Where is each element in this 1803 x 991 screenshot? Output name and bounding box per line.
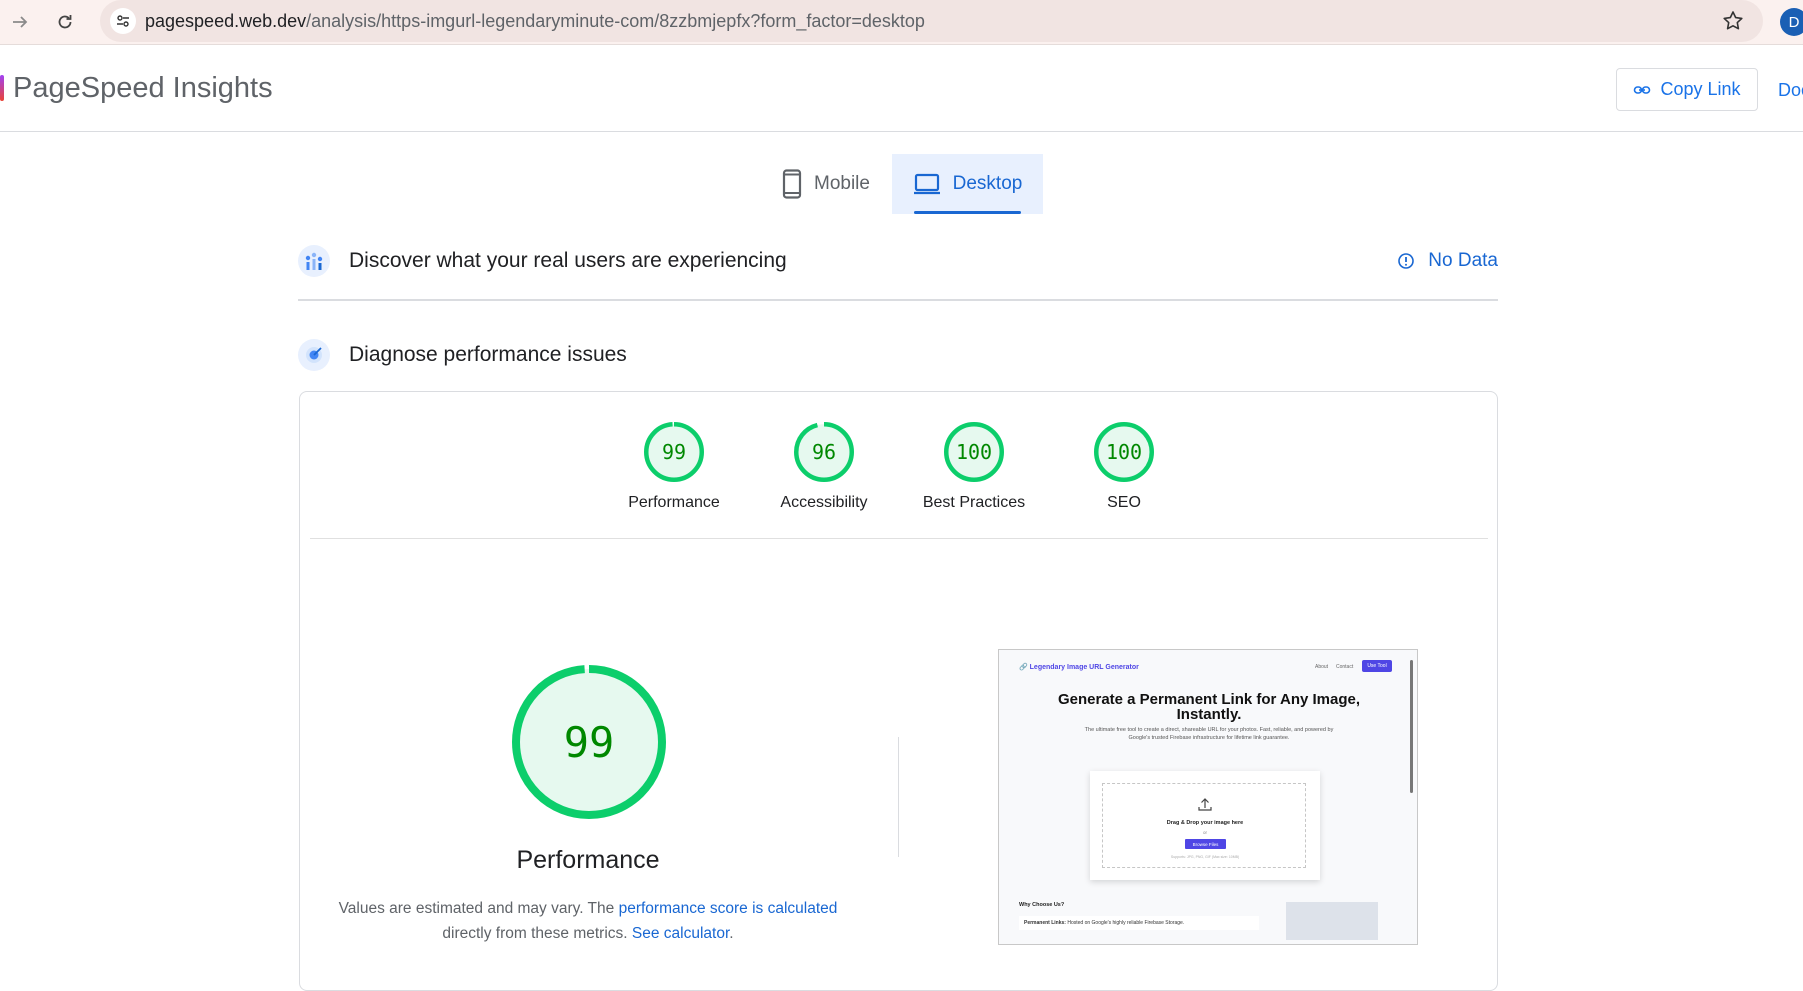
url-host: pagespeed.web.dev [145,11,307,31]
score-calculated-link[interactable]: performance score is calculated [619,900,838,917]
gauge-score-text: 99 [662,440,686,464]
laptop-icon [913,173,940,195]
category-best-practices[interactable]: 100 Best Practices [904,421,1044,512]
tab-desktop-label: Desktop [952,173,1023,194]
note-middle: directly from these metrics. [442,925,632,942]
app-header: PageSpeed Insights Copy Link Doc [0,45,1803,132]
tab-mobile-label: Mobile [814,173,870,194]
thumb-browse-button: Browse Files [1185,839,1226,849]
diagnose-title: Diagnose performance issues [349,343,627,366]
note-suffix: . [729,925,734,942]
address-bar[interactable]: pagespeed.web.dev/analysis/https-imgurl-… [100,0,1763,42]
thumb-subtext: The ultimate free tool to create a direc… [1084,727,1334,741]
thumb-nav-contact: Contact [1336,664,1354,670]
category-seo[interactable]: 100 SEO [1054,421,1194,512]
note-prefix: Values are estimated and may vary. The [338,900,619,917]
reload-icon [58,15,72,29]
no-data-label: No Data [1428,250,1498,271]
bookmark-button[interactable] [1721,9,1745,38]
thumb-feature-row: Permanent Links: Hosted on Google's high… [1019,916,1259,930]
field-data-title: Discover what your real users are experi… [349,249,787,272]
final-screenshot: 🔗 Legendary Image URL Generator About Co… [998,649,1418,945]
site-info-button[interactable] [110,8,136,34]
tab-desktop[interactable]: Desktop [892,154,1043,214]
thumb-or-text: or [1202,830,1207,835]
thumb-feature-text: Hosted on Google's highly reliable Fireb… [1065,920,1185,926]
psi-logo-icon [0,75,4,101]
profile-avatar[interactable]: D [1780,8,1803,36]
category-performance[interactable]: 99 Performance [604,421,744,512]
performance-heading: Performance [516,846,660,874]
tab-mobile[interactable]: Mobile [770,154,882,214]
docs-link[interactable]: Doc [1778,80,1803,101]
score-gauge-accessibility: 96 [794,422,854,482]
performance-note: Values are estimated and may vary. The p… [330,896,846,946]
performance-score-gauge: 99 [512,665,666,819]
vertical-separator [898,737,899,857]
category-divider [310,538,1488,539]
thumb-cta-button: Use Tool [1362,660,1392,672]
category-label: Performance [628,494,720,511]
no-data-indicator[interactable]: No Data [1397,250,1498,272]
browser-toolbar: pagespeed.web.dev/analysis/https-imgurl-… [0,0,1803,45]
thumb-supports-text: Supports: JPG, PNG, GIF (Max size: 10MB) [1170,855,1240,859]
thumb-brand: 🔗 Legendary Image URL Generator [1019,664,1139,671]
arrow-right-icon [13,16,28,28]
app-title[interactable]: PageSpeed Insights [13,72,273,105]
link-icon [1634,85,1651,94]
thumb-feature-bold: Permanent Links: [1024,920,1066,926]
forward-button[interactable] [6,8,34,36]
gauge-score-text: 96 [812,440,836,464]
copy-link-label: Copy Link [1660,79,1741,99]
thumb-upload-card: Drag & Drop your image here or Browse Fi… [1090,771,1320,880]
reload-button[interactable] [51,8,79,36]
lab-diagnostics-icon [298,339,330,371]
gauge-score-text: 100 [1106,440,1142,464]
thumb-image-placeholder [1286,902,1378,940]
thumb-headline: Generate a Permanent Link for Any Image,… [1057,691,1361,723]
category-label: Best Practices [922,494,1026,511]
smartphone-icon [782,169,802,199]
gauge-score-text: 99 [564,718,615,767]
score-gauge-best-practices: 100 [944,422,1004,482]
gauge-score-text: 100 [956,440,992,464]
thumbnail-scrollbar [1410,660,1413,793]
url-path: /analysis/https-imgurl-legendaryminute-c… [306,11,925,31]
see-calculator-link[interactable]: See calculator [632,925,729,942]
thumb-why-title: Why Choose Us? [1019,902,1065,908]
score-gauge-performance: 99 [644,422,704,482]
diagnose-section: Diagnose performance issues [298,335,1498,375]
copy-link-button[interactable]: Copy Link [1616,68,1758,111]
category-label: SEO [1107,494,1141,511]
field-data-section: Discover what your real users are experi… [298,241,1498,281]
tune-icon [117,15,129,27]
section-divider [298,299,1498,301]
thumb-drag-text: Drag & Drop your image here [1166,820,1244,826]
score-gauge-seo: 100 [1094,422,1154,482]
category-label: Accessibility [780,494,868,511]
real-users-icon [298,245,330,277]
info-icon [1398,253,1415,269]
category-accessibility[interactable]: 96 Accessibility [754,421,894,512]
tab-selected-indicator [914,211,1021,214]
star-icon [1723,11,1743,30]
thumb-dropzone: Drag & Drop your image here or Browse Fi… [1102,783,1306,868]
thumb-nav-about: About [1315,664,1329,670]
upload-icon [1198,798,1212,811]
url-text: pagespeed.web.dev/analysis/https-imgurl-… [145,11,925,32]
